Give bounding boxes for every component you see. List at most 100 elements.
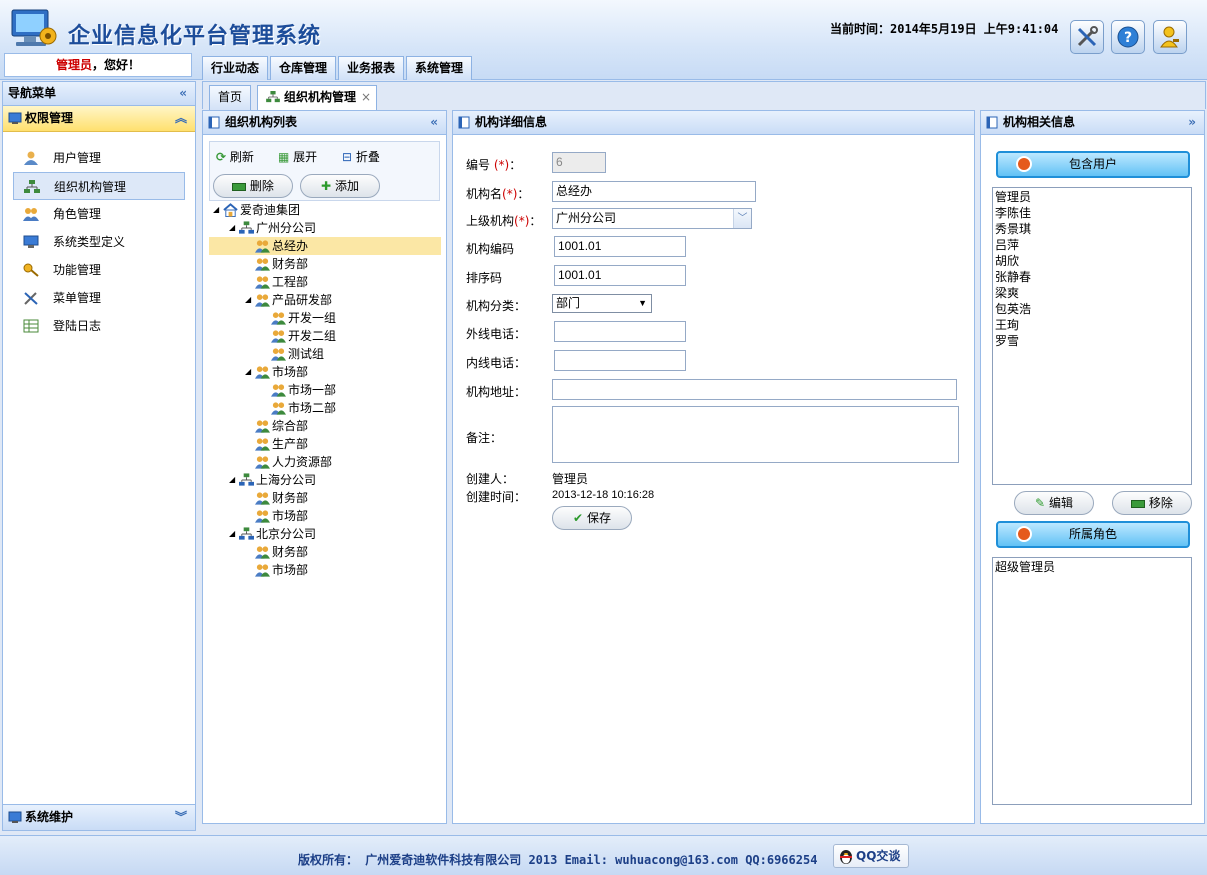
nav-section-permissions[interactable]: 权限管理 ︽ — [3, 106, 195, 132]
parent-combo[interactable]: 广州分公司 ﹀ — [552, 208, 752, 229]
collapse-section-icon[interactable]: ︽ — [175, 106, 187, 131]
tree-node[interactable]: 综合部 — [209, 417, 441, 435]
nav-item-roles[interactable]: 角色管理 — [13, 200, 185, 228]
expand-arrow-icon[interactable]: ◢ — [229, 219, 235, 237]
collapse-nav-icon[interactable]: « — [179, 82, 187, 105]
detail-panel-header: 机构详细信息 — [453, 111, 974, 135]
tree-node[interactable]: 市场部 — [209, 507, 441, 525]
ext-phone-field[interactable] — [554, 321, 686, 342]
tree-node[interactable]: ◢ 广州分公司 — [209, 219, 441, 237]
user-list-item[interactable]: 罗雪 — [995, 333, 1189, 349]
code-field[interactable]: 1001.01 — [554, 236, 686, 257]
dropdown-arrow-icon: ▼ — [638, 298, 647, 308]
tree-node-label: 广州分公司 — [256, 221, 317, 235]
role-list[interactable]: 超级管理员 — [992, 557, 1192, 805]
label-remark: 备注： — [466, 431, 503, 445]
required-mark: (*) — [493, 158, 510, 172]
user-list-item[interactable]: 吕萍 — [995, 237, 1189, 253]
group-icon — [271, 312, 286, 325]
collapse-panel-icon[interactable]: « — [430, 111, 438, 134]
tab-org-management[interactable]: 组织机构管理 × — [257, 85, 378, 110]
qq-chat-button[interactable]: QQ交谈 — [833, 844, 909, 868]
user-list[interactable]: 管理员 李陈佳 秀景琪 吕萍 胡欣 张静春 梁爽 包英浩 王珣 罗雪 — [992, 187, 1192, 485]
tree-node[interactable]: 总经办 — [209, 237, 441, 255]
tree-node[interactable]: 工程部 — [209, 273, 441, 291]
tree-node[interactable]: 测试组 — [209, 345, 441, 363]
expand-arrow-icon[interactable]: ◢ — [245, 291, 251, 309]
tree-node[interactable]: ◢ 北京分公司 — [209, 525, 441, 543]
nav-item-users[interactable]: 用户管理 — [13, 144, 185, 172]
int-phone-field[interactable] — [554, 350, 686, 371]
tree-node[interactable]: 人力资源部 — [209, 453, 441, 471]
user-list-item[interactable]: 梁爽 — [995, 285, 1189, 301]
collapse-button[interactable]: ⊟ 折叠 — [342, 148, 380, 165]
top-tab-warehouse[interactable]: 仓库管理 — [270, 56, 337, 80]
expand-arrow-icon[interactable]: ◢ — [229, 471, 235, 489]
nav-section-maintenance[interactable]: 系统维护 ︾ — [3, 804, 195, 830]
roles-header-button[interactable]: 所属角色 — [996, 521, 1190, 548]
delete-button[interactable]: 删除 — [213, 174, 293, 198]
help-button[interactable]: ? — [1111, 20, 1145, 54]
users-header-button[interactable]: 包含用户 — [996, 151, 1190, 178]
nav-item-org[interactable]: 组织机构管理 — [13, 172, 185, 200]
top-tab-news[interactable]: 行业动态 — [202, 56, 269, 80]
tree-node-label: 开发一组 — [288, 311, 337, 325]
close-tab-icon[interactable]: × — [361, 86, 371, 109]
expand-arrow-icon[interactable]: ◢ — [213, 201, 219, 219]
tree-node-label: 市场部 — [272, 563, 309, 577]
edit-button[interactable]: ✎ 编辑 — [1014, 491, 1094, 515]
expand-arrow-icon[interactable]: ◢ — [229, 525, 235, 543]
group-icon — [255, 546, 270, 559]
user-list-item[interactable]: 胡欣 — [995, 253, 1189, 269]
tree-node[interactable]: 开发一组 — [209, 309, 441, 327]
tree-node[interactable]: 财务部 — [209, 255, 441, 273]
remark-textarea[interactable] — [552, 406, 959, 463]
name-field[interactable]: 总经办 — [552, 181, 756, 202]
tree-node[interactable]: 市场二部 — [209, 399, 441, 417]
expand-button[interactable]: ▦ 展开 — [278, 148, 317, 165]
tree-node[interactable]: 市场一部 — [209, 381, 441, 399]
group-icon — [255, 276, 270, 289]
tree-node[interactable]: 市场部 — [209, 561, 441, 579]
top-tab-system[interactable]: 系统管理 — [406, 56, 473, 80]
role-list-item[interactable]: 超级管理员 — [995, 559, 1189, 575]
label-creator: 创建人： — [466, 472, 515, 486]
tree-node[interactable]: 生产部 — [209, 435, 441, 453]
tools-icon — [1077, 26, 1098, 47]
category-select[interactable]: 部门 ▼ — [552, 294, 652, 313]
address-field[interactable] — [552, 379, 957, 400]
nav-item-system-types[interactable]: 系统类型定义 — [13, 228, 185, 256]
expand-section-icon[interactable]: ︾ — [175, 805, 187, 830]
expand-panel-icon[interactable]: » — [1188, 111, 1196, 134]
tree-node[interactable]: ◢ 爱奇迪集团 — [209, 201, 441, 219]
label-address: 机构地址： — [466, 385, 527, 399]
user-button[interactable] — [1153, 20, 1187, 54]
add-button[interactable]: ✚ 添加 — [300, 174, 380, 198]
nav-item-menus[interactable]: 菜单管理 — [13, 284, 185, 312]
sort-field[interactable]: 1001.01 — [554, 265, 686, 286]
tab-home[interactable]: 首页 — [209, 85, 252, 110]
expand-arrow-icon[interactable]: ◢ — [245, 363, 251, 381]
tools-button[interactable] — [1070, 20, 1104, 54]
remove-button[interactable]: 移除 — [1112, 491, 1192, 515]
tree-node[interactable]: 财务部 — [209, 489, 441, 507]
tree-node-label: 综合部 — [272, 419, 309, 433]
user-list-item[interactable]: 李陈佳 — [995, 205, 1189, 221]
tree-node-label: 市场部 — [272, 365, 309, 379]
nav-item-functions[interactable]: 功能管理 — [13, 256, 185, 284]
user-list-item[interactable]: 张静春 — [995, 269, 1189, 285]
user-list-item[interactable]: 秀景琪 — [995, 221, 1189, 237]
chevron-down-icon[interactable]: ﹀ — [733, 209, 751, 228]
tree-node[interactable]: 开发二组 — [209, 327, 441, 345]
tree-node[interactable]: 财务部 — [209, 543, 441, 561]
tree-node[interactable]: ◢ 产品研发部 — [209, 291, 441, 309]
top-tab-reports[interactable]: 业务报表 — [338, 56, 405, 80]
user-list-item[interactable]: 包英浩 — [995, 301, 1189, 317]
user-list-item[interactable]: 管理员 — [995, 189, 1189, 205]
user-list-item[interactable]: 王珣 — [995, 317, 1189, 333]
tree-node[interactable]: ◢ 上海分公司 — [209, 471, 441, 489]
refresh-button[interactable]: ⟳ 刷新 — [216, 148, 254, 165]
save-button[interactable]: ✔ 保存 — [552, 506, 632, 530]
nav-item-login-log[interactable]: 登陆日志 — [13, 312, 185, 340]
tree-node[interactable]: ◢ 市场部 — [209, 363, 441, 381]
